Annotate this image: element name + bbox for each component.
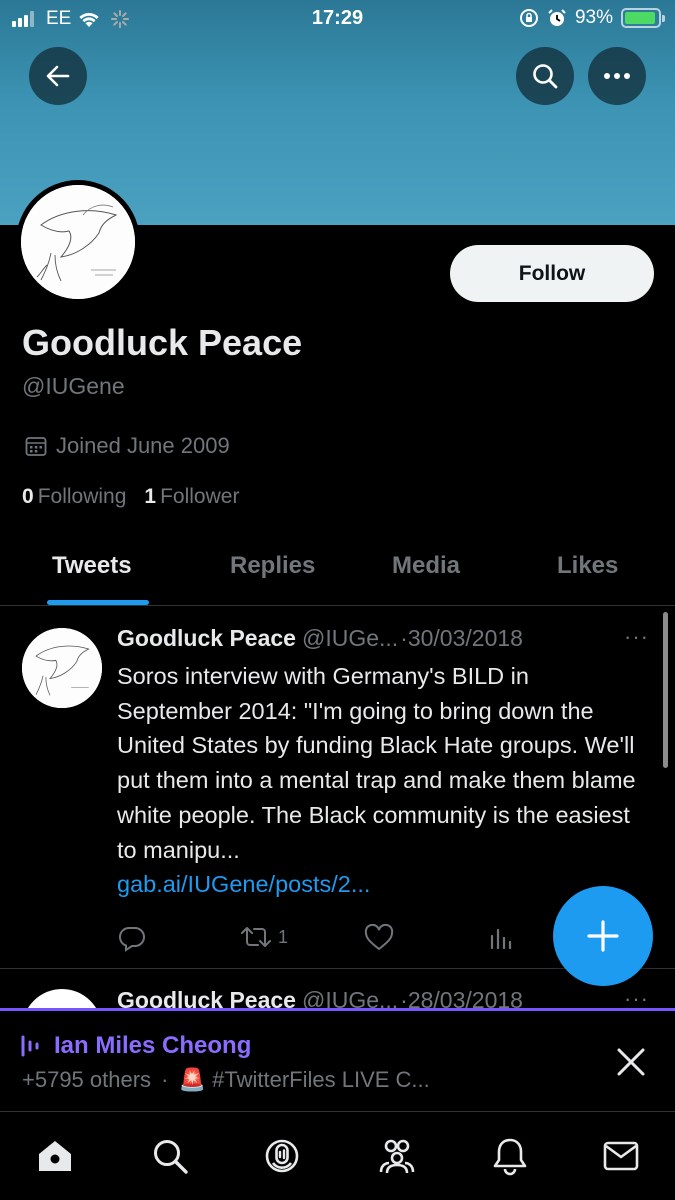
space-separator: · — [161, 1067, 169, 1092]
follow-stats: 0 Following 1 Follower — [22, 485, 239, 509]
tab-media[interactable]: Media — [392, 552, 460, 580]
arrow-left-icon — [46, 65, 70, 87]
space-listeners: +5795 others — [22, 1067, 152, 1092]
tab-replies[interactable]: Replies — [230, 552, 315, 580]
followers-label: Follower — [160, 485, 240, 508]
home-icon[interactable] — [35, 1136, 75, 1176]
tweet-author-name[interactable]: Goodluck Peace — [117, 625, 296, 652]
profile-avatar[interactable] — [16, 180, 140, 304]
dove-drawing-image — [21, 185, 135, 299]
back-button[interactable] — [29, 47, 87, 105]
tweet-date: ·30/03/2018 — [400, 625, 523, 651]
calendar-icon — [25, 437, 47, 456]
live-space-bar[interactable]: Ian Miles Cheong +5795 others · 🚨 #Twitt… — [0, 1008, 675, 1112]
following-link[interactable]: 0 Following — [22, 485, 126, 509]
space-host: Ian Miles Cheong — [20, 1032, 251, 1060]
retweet-count: 1 — [278, 926, 289, 947]
tweet-author-name[interactable]: Goodluck Peace — [117, 987, 296, 1009]
tweet-more-button[interactable]: ··· — [624, 624, 649, 650]
search-icon[interactable] — [150, 1136, 190, 1176]
scrollbar[interactable] — [663, 612, 668, 768]
tweet-author-handle: @IUGe... — [301, 987, 399, 1009]
followers-count: 1 — [144, 485, 157, 508]
tweet-author-handle: @IUGe... — [301, 625, 399, 651]
tweet-link[interactable]: gab.ai/IUGene/posts/2... — [117, 871, 370, 897]
views-button[interactable] — [488, 924, 514, 952]
battery-percent: 93% — [574, 7, 613, 28]
alarm-icon — [548, 9, 566, 26]
like-button[interactable] — [364, 924, 394, 952]
profile-display-name: Goodluck Peace — [22, 322, 303, 363]
joined-label: Joined June 2009 — [56, 433, 230, 458]
tab-tweets[interactable]: Tweets — [52, 552, 132, 580]
tweet-text: Soros interview with Germany's BILD in S… — [117, 663, 636, 863]
tweet-avatar[interactable] — [22, 628, 102, 708]
tweet-header: Goodluck Peace @IUGe... ·28/03/2018 — [117, 987, 523, 1009]
bottom-nav — [0, 1112, 675, 1200]
more-button[interactable] — [588, 47, 646, 105]
tab-likes[interactable]: Likes — [557, 552, 618, 580]
following-count: 0 — [22, 485, 34, 508]
space-title: #TwitterFiles LIVE C... — [212, 1067, 430, 1092]
battery-fill — [625, 12, 655, 24]
joined-date: Joined June 2009 — [24, 433, 230, 459]
search-icon — [533, 64, 558, 89]
space-host-name: Ian Miles Cheong — [54, 1032, 252, 1059]
communities-icon[interactable] — [377, 1136, 417, 1176]
retweet-icon — [241, 927, 271, 947]
tweet-header: Goodluck Peace @IUGe... ·30/03/2018 — [117, 625, 523, 652]
plus-icon — [587, 920, 619, 952]
tweet-avatar[interactable] — [22, 989, 102, 1009]
close-icon[interactable] — [614, 1045, 648, 1079]
status-right: 93% — [519, 7, 665, 29]
followers-link[interactable]: 1 Follower — [144, 485, 239, 509]
status-bar: EE 17:29 93% — [0, 0, 675, 40]
follow-button[interactable]: Follow — [450, 245, 654, 302]
more-horizontal-icon — [604, 73, 630, 79]
following-label: Following — [37, 485, 127, 508]
tweet-body: Soros interview with Germany's BILD in S… — [117, 659, 647, 902]
compose-tweet-button[interactable] — [553, 886, 653, 986]
live-audio-icon — [21, 1035, 39, 1057]
battery-icon — [621, 8, 665, 28]
reply-button[interactable] — [118, 924, 146, 952]
profile-handle: @IUGene — [22, 373, 125, 399]
orientation-lock-icon — [519, 9, 538, 27]
retweet-button[interactable]: 1 — [240, 924, 288, 950]
profile-tabs: Tweets Replies Media Likes — [0, 540, 675, 606]
search-button[interactable] — [516, 47, 574, 105]
space-subtitle: +5795 others · 🚨 #TwitterFiles LIVE C... — [22, 1067, 430, 1093]
notifications-icon[interactable] — [490, 1136, 530, 1176]
tweet-actions: 1 — [118, 924, 538, 952]
spaces-icon[interactable] — [262, 1136, 302, 1176]
tweet-date: ·28/03/2018 — [400, 987, 523, 1009]
analytics-icon — [490, 928, 512, 950]
siren-emoji-icon: 🚨 — [178, 1067, 207, 1092]
messages-icon[interactable] — [601, 1136, 641, 1176]
heart-icon — [364, 924, 394, 951]
reply-icon — [118, 926, 145, 952]
active-tab-indicator — [47, 600, 149, 605]
tweet-more-button[interactable]: ··· — [624, 986, 649, 1009]
